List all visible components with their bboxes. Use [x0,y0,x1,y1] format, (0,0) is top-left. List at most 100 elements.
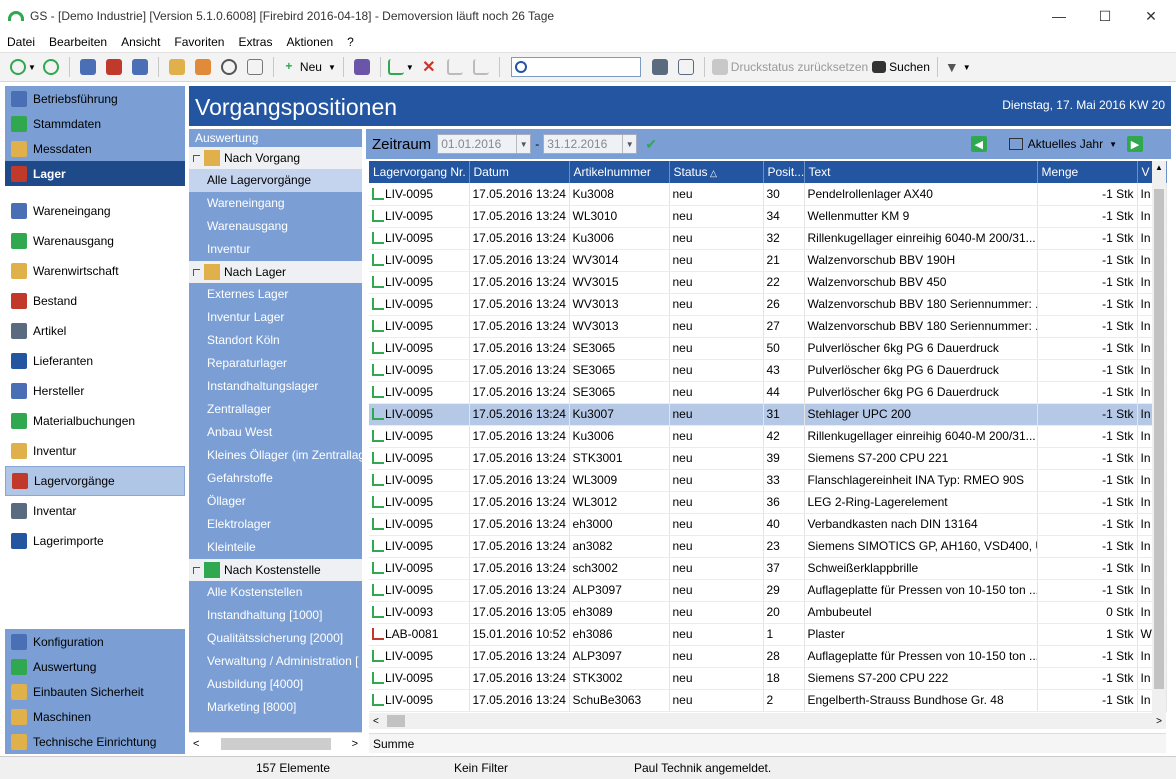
nav-item-lagervorgänge[interactable]: Lagervorgänge [5,466,185,496]
table-row[interactable]: LIV-0095 17.05.2016 13:24 WV3013 neu 27 Walze… [369,315,1167,338]
table-row[interactable]: LIV-0095 17.05.2016 13:24 Ku3007 neu 31 Stehl… [369,403,1167,426]
nav-item-stammdaten[interactable]: Stammdaten [5,111,185,136]
collapse-icon[interactable] [193,566,200,574]
evaluation-item[interactable]: Warenausgang [189,215,362,238]
nav-item-auswertung[interactable]: Auswertung [5,654,185,679]
table-hscrollbar[interactable]: < > [369,713,1166,729]
maximize-button[interactable]: ☐ [1082,0,1128,32]
table-row[interactable]: LIV-0095 17.05.2016 13:24 WV3015 neu 22 Walze… [369,271,1167,294]
nav-item-lagerimporte[interactable]: Lagerimporte [5,526,185,556]
table-row[interactable]: LIV-0093 17.05.2016 13:05 eh3089 neu 20 Ambub… [369,601,1167,624]
table-row[interactable]: LIV-0095 17.05.2016 13:24 ALP3097 neu 29 Aufl… [369,579,1167,602]
scroll-left-icon[interactable]: < [373,716,379,727]
table-row[interactable]: LIV-0095 17.05.2016 13:24 SE3065 neu 43 Pulve… [369,359,1167,382]
user-remove-button[interactable] [103,56,125,78]
table-row[interactable]: LIV-0095 17.05.2016 13:24 eh3000 neu 40 Verba… [369,513,1167,536]
group-header[interactable]: Nach Vorgang [189,147,362,169]
search-button[interactable]: Suchen [872,56,930,78]
search-input[interactable] [510,57,641,77]
user-info-button[interactable] [129,56,151,78]
nav-item-warenausgang[interactable]: Warenausgang [5,226,185,256]
evaluation-item[interactable]: Reparaturlager [189,352,362,375]
evaluation-item[interactable]: Gefahrstoffe [189,467,362,490]
new-button[interactable]: + Neu ▼ [281,56,335,78]
table-row[interactable]: LIV-0095 17.05.2016 13:24 WL3010 neu 34 Welle… [369,205,1167,228]
calendar-dropdown-icon[interactable]: ▼ [622,135,636,153]
folder-search-button[interactable] [166,56,188,78]
scroll-left-icon[interactable]: < [193,738,199,750]
menu-favoriten[interactable]: Favoriten [167,35,231,49]
delete-button[interactable]: ✕ [418,56,440,78]
edit-list-button[interactable] [351,56,373,78]
evaluation-item[interactable]: Anbau West [189,421,362,444]
date-to-field[interactable]: 31.12.2016 ▼ [543,134,638,154]
comment-button[interactable] [244,56,266,78]
menu-extras[interactable]: Extras [231,35,279,49]
close-button[interactable]: ✕ [1128,0,1174,32]
table-row[interactable]: LIV-0095 17.05.2016 13:24 WV3014 neu 21 Walze… [369,249,1167,272]
scroll-right-icon[interactable]: > [352,738,358,750]
nav-item-einbauten-sicherheit[interactable]: Einbauten Sicherheit [5,679,185,704]
evaluation-item[interactable]: Marketing [8000] [189,696,362,719]
nav-item-bestand[interactable]: Bestand [5,286,185,316]
user-key-button[interactable] [77,56,99,78]
collapse-icon[interactable] [193,154,200,162]
evaluation-item[interactable]: Externes Lager [189,283,362,306]
column-header[interactable]: Status △ [669,161,764,183]
apply-check-icon[interactable]: ✔ [645,136,657,153]
evaluation-item[interactable]: Alle Kostenstellen [189,581,362,604]
table-row[interactable]: LIV-0095 17.05.2016 13:24 Ku3006 neu 42 Rille… [369,425,1167,448]
nav-item-materialbuchungen[interactable]: Materialbuchungen [5,406,185,436]
nav-item-betriebsführung[interactable]: Betriebsführung [5,86,185,111]
evaluation-item[interactable]: Inventur Lager [189,306,362,329]
hscroll-thumb[interactable] [387,715,405,727]
evaluation-item[interactable]: Öllager [189,490,362,513]
evaluation-item[interactable]: Elektrolager [189,513,362,536]
table-row[interactable]: LIV-0095 17.05.2016 13:24 an3082 neu 23 Sieme… [369,535,1167,558]
nav-item-warenwirtschaft[interactable]: Warenwirtschaft [5,256,185,286]
evaluation-hscrollbar[interactable]: < > [189,732,362,754]
column-header[interactable]: Menge [1037,161,1138,183]
table-row[interactable]: LIV-0095 17.05.2016 13:24 WV3013 neu 26 Walze… [369,293,1167,316]
evaluation-item[interactable]: Alle Lagervorgänge [189,169,362,192]
period-dropdown-icon[interactable]: ▼ [1109,140,1117,149]
period-next-icon[interactable]: ▶ [1127,136,1143,152]
column-header[interactable]: Datum [469,161,570,183]
undo-book-button[interactable] [444,56,466,78]
table-row[interactable]: LIV-0095 17.05.2016 13:24 STK3001 neu 39 Siem… [369,447,1167,470]
evaluation-item[interactable]: Instandhaltung [1000] [189,604,362,627]
calendar-dropdown-icon[interactable]: ▼ [516,135,530,153]
period-previous-icon[interactable]: ◀ [970,136,987,152]
evaluation-item[interactable]: Verwaltung / Administration [ [189,650,362,673]
date-from-field[interactable]: 01.01.2016 ▼ [437,134,532,154]
forward-button[interactable] [40,56,62,78]
evaluation-item[interactable]: Standort Köln [189,329,362,352]
nav-item-artikel[interactable]: Artikel [5,316,185,346]
nav-item-lieferanten[interactable]: Lieferanten [5,346,185,376]
nav-item-hersteller[interactable]: Hersteller [5,376,185,406]
table-row[interactable]: LIV-0095 17.05.2016 13:24 SE3065 neu 50 Pulve… [369,337,1167,360]
scroll-thumb[interactable] [220,737,331,750]
table-row[interactable]: LIV-0095 17.05.2016 13:24 Ku3008 neu 30 Pende… [369,183,1167,206]
table-row[interactable]: LIV-0095 17.05.2016 13:24 sch3002 neu 37 Schw… [369,557,1167,580]
table-row[interactable]: LIV-0095 17.05.2016 13:24 ALP3097 neu 28 Aufl… [369,645,1167,668]
filter-button[interactable]: ▼ ▼ [945,56,971,78]
evaluation-item[interactable]: Wareneingang [189,192,362,215]
table-row[interactable]: LIV-0095 17.05.2016 13:24 WL3012 neu 36 LEG 2… [369,491,1167,514]
column-header[interactable]: Lagervorgang Nr. [369,161,470,183]
print-button[interactable] [649,56,671,78]
nav-item-inventar[interactable]: Inventar [5,496,185,526]
table-row[interactable]: LIV-0095 17.05.2016 13:24 SchuBe3063 neu 2 En… [369,689,1167,712]
nav-item-technische-einrichtung[interactable]: Technische Einrichtung [5,729,185,754]
table-row[interactable]: LIV-0095 17.05.2016 13:24 STK3002 neu 18 Siem… [369,667,1167,690]
print-preview-button[interactable] [675,56,697,78]
table-vscrollbar[interactable]: ▲ [1152,161,1166,713]
evaluation-item[interactable]: Zentrallager [189,398,362,421]
back-button[interactable]: ▼ [10,56,36,78]
evaluation-item[interactable]: Instandhaltungslager [189,375,362,398]
nav-item-messdaten[interactable]: Messdaten [5,136,185,161]
group-header[interactable]: Nach Lager [189,261,362,283]
book-button[interactable]: ▼ [387,56,414,78]
nav-item-maschinen[interactable]: Maschinen [5,704,185,729]
evaluation-item[interactable]: Kleines Öllager (im Zentrallag [189,444,362,467]
